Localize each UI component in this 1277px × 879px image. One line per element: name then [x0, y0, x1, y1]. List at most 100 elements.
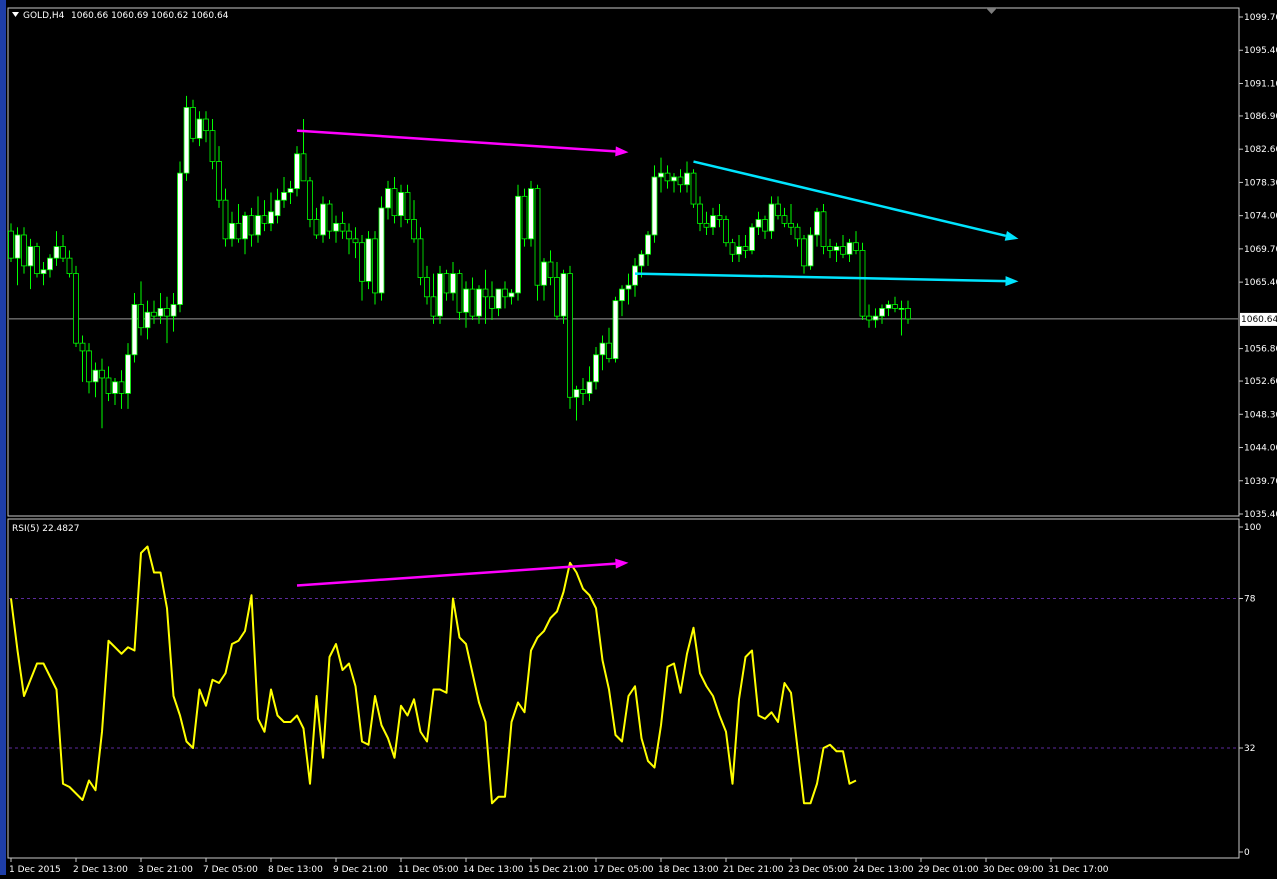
candle [164, 296, 170, 344]
arrow-shaft [296, 129, 616, 153]
candle [541, 258, 547, 301]
price-tick-label: 1065.40 [1244, 278, 1277, 288]
price-tick-label: 1069.70 [1244, 245, 1277, 255]
time-tick-label: 9 Dec 21:00 [333, 865, 388, 875]
candle [632, 258, 638, 297]
candle-body [703, 222, 710, 228]
candle-body [190, 107, 196, 139]
candle [827, 238, 833, 259]
candle [619, 285, 625, 317]
candle-body [697, 203, 703, 224]
candle [807, 227, 814, 270]
scroll-marker-icon[interactable] [986, 8, 997, 14]
candle [560, 269, 567, 324]
candle-body [144, 311, 151, 329]
candle-body [892, 304, 898, 309]
candle-body [118, 381, 125, 394]
candle [411, 200, 417, 243]
candle-body [196, 118, 203, 139]
candle-body [690, 172, 697, 205]
candle-body [684, 172, 690, 186]
arrow-head [1005, 276, 1019, 287]
candle [307, 176, 313, 228]
candle [326, 200, 333, 239]
candle [372, 231, 378, 305]
price-tick-label: 1095.40 [1244, 46, 1277, 56]
candle [801, 234, 807, 274]
candle-body [261, 215, 268, 224]
candle [268, 192, 274, 232]
candle [235, 204, 242, 243]
candle [768, 196, 775, 239]
price-tick-label: 1052.60 [1244, 377, 1277, 387]
candle [840, 234, 846, 259]
candle [495, 288, 502, 317]
candle [716, 204, 723, 228]
candle-body [827, 246, 833, 251]
candle-body [833, 246, 840, 251]
candle [710, 207, 716, 235]
time-tick-label: 3 Dec 21:00 [138, 865, 193, 875]
candle [53, 231, 60, 266]
candle [437, 265, 443, 324]
candle-body [346, 230, 352, 240]
candle-body [547, 261, 554, 278]
candle-body [872, 315, 879, 321]
candle [736, 234, 742, 263]
candle-body [60, 246, 66, 259]
candle-body [489, 296, 495, 309]
candle-body [242, 215, 248, 240]
candle-body [417, 238, 424, 278]
time-tick-label: 8 Dec 13:00 [268, 865, 323, 875]
candle [209, 119, 216, 170]
price-tick-label: 1091.10 [1244, 79, 1277, 89]
trend-arrow [296, 129, 629, 157]
rsi-line [10, 545, 857, 805]
candle-body [853, 242, 859, 251]
candle [203, 111, 209, 143]
price-tick-label: 1035.40 [1244, 510, 1277, 520]
candle [365, 231, 372, 290]
candle-body [287, 188, 294, 193]
candle-body [170, 304, 177, 317]
candle [79, 335, 86, 382]
candle-body [619, 288, 625, 302]
price-tick-label: 1048.30 [1244, 410, 1277, 420]
candle [755, 211, 762, 235]
candle-body [885, 304, 892, 309]
price-tick-label: 1086.90 [1244, 112, 1277, 122]
candle-body [794, 226, 801, 240]
candle [502, 281, 508, 309]
candle-body [859, 250, 866, 317]
candle-body [8, 230, 14, 259]
candle [34, 242, 40, 278]
candle-body [664, 172, 671, 182]
rsi-tick-label: 32 [1244, 744, 1255, 754]
candle-body [762, 219, 768, 232]
candle [508, 289, 515, 305]
candle [697, 196, 703, 232]
candle [664, 165, 671, 189]
rsi-panel-frame [7, 518, 1240, 859]
candle-body [365, 238, 372, 282]
candle-body [21, 234, 27, 267]
candle-body [274, 199, 281, 217]
candle-body [606, 342, 612, 360]
candle [417, 227, 424, 286]
chart-canvas[interactable]: GOLD,H4 1060.66 1060.69 1060.62 1060.64 … [0, 0, 1277, 875]
candle [378, 196, 385, 301]
candle [534, 184, 541, 301]
rsi-layer [9, 545, 1238, 805]
candle-body [840, 246, 846, 255]
candle [872, 308, 879, 328]
candle [729, 238, 736, 263]
candle [814, 207, 820, 247]
candle [606, 327, 612, 363]
candle-body [216, 161, 222, 201]
time-tick-label: 18 Dec 13:00 [658, 865, 719, 875]
time-tick-label: 23 Dec 05:00 [788, 865, 849, 875]
candle-body [424, 277, 430, 298]
candle [593, 347, 599, 390]
dropdown-triangle-icon[interactable] [12, 12, 19, 17]
candle [853, 231, 859, 255]
